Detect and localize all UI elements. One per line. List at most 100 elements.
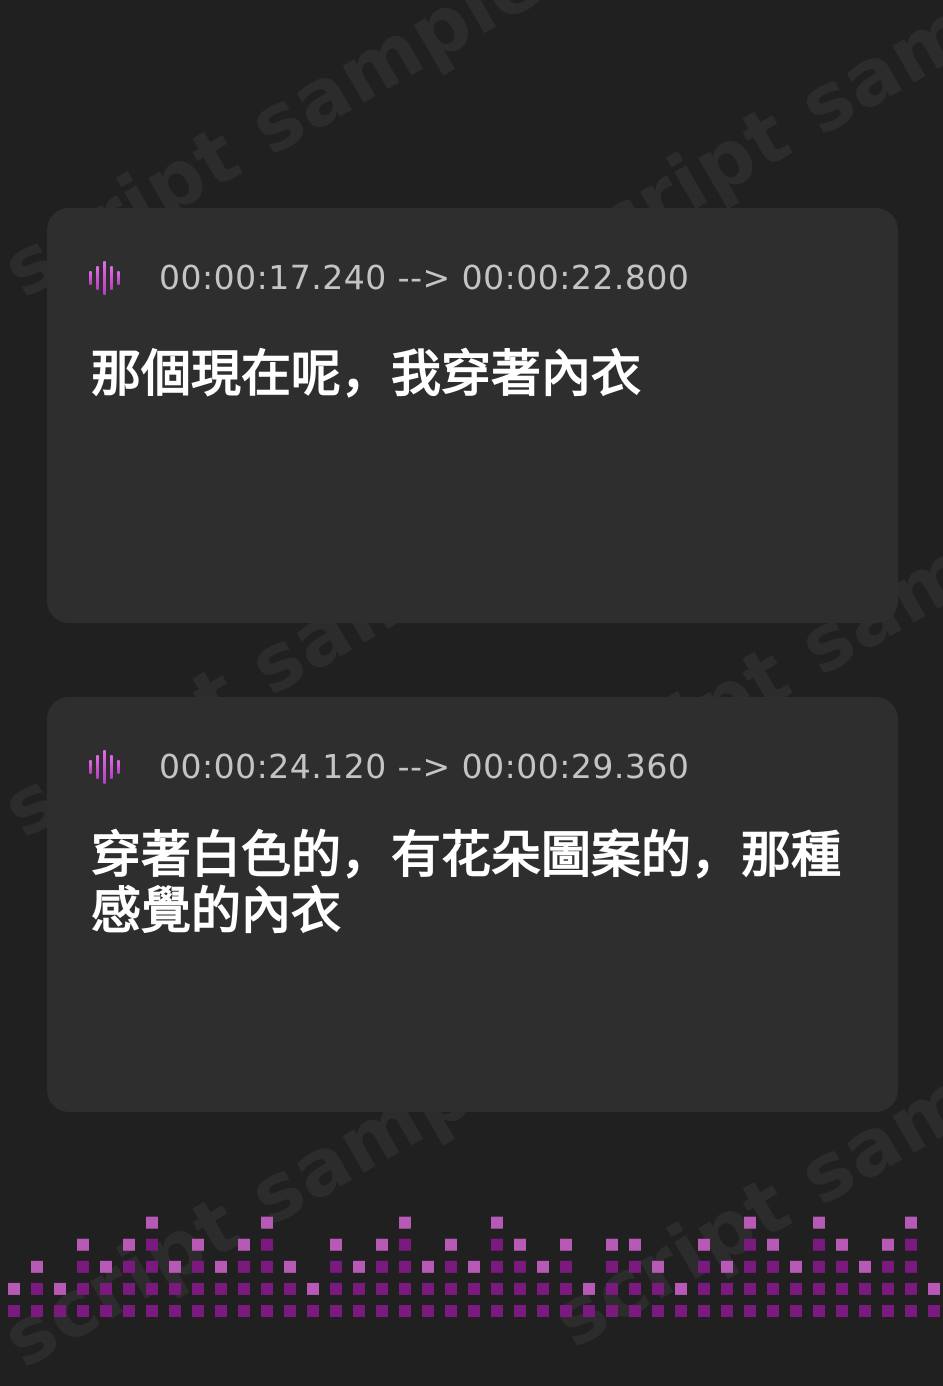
equalizer-block	[813, 1305, 825, 1317]
equalizer-block	[698, 1305, 710, 1317]
equalizer-block	[468, 1260, 480, 1273]
equalizer-block	[744, 1238, 756, 1251]
equalizer-block	[330, 1305, 342, 1317]
subtitle-card: 00:00:17.240 --> 00:00:22.800 那個現在呢，我穿著內…	[47, 208, 898, 623]
equalizer-block	[744, 1260, 756, 1273]
equalizer-block	[882, 1282, 894, 1295]
equalizer-block	[146, 1282, 158, 1295]
equalizer-block	[8, 1305, 20, 1317]
equalizer-block	[629, 1260, 641, 1273]
equalizer-block	[905, 1216, 917, 1229]
equalizer-block	[399, 1260, 411, 1273]
equalizer-block	[859, 1282, 871, 1295]
equalizer-block	[698, 1282, 710, 1295]
equalizer-block	[31, 1260, 43, 1273]
equalizer-block	[468, 1305, 480, 1317]
equalizer-block	[215, 1305, 227, 1317]
equalizer-block	[77, 1238, 89, 1251]
equalizer-block	[399, 1305, 411, 1317]
equalizer-block	[744, 1305, 756, 1317]
equalizer-block	[606, 1238, 618, 1251]
equalizer-block	[330, 1282, 342, 1295]
equalizer-block	[606, 1260, 618, 1273]
equalizer-block	[905, 1238, 917, 1251]
equalizer-block	[905, 1282, 917, 1295]
equalizer-block	[238, 1238, 250, 1251]
equalizer-block	[445, 1260, 457, 1273]
equalizer-block	[238, 1305, 250, 1317]
equalizer-block	[560, 1305, 572, 1317]
equalizer-block	[284, 1282, 296, 1295]
equalizer-block	[882, 1260, 894, 1273]
equalizer-block	[284, 1305, 296, 1317]
equalizer-block	[491, 1260, 503, 1273]
equalizer-block	[261, 1216, 273, 1229]
equalizer-block	[744, 1282, 756, 1295]
equalizer-block	[192, 1282, 204, 1295]
equalizer-block	[146, 1216, 158, 1229]
equalizer-block	[514, 1282, 526, 1295]
equalizer-block	[100, 1305, 112, 1317]
equalizer-decoration	[8, 1216, 940, 1317]
subtitle-card: 00:00:24.120 --> 00:00:29.360 穿著白色的，有花朵圖…	[47, 697, 898, 1112]
equalizer-block	[169, 1305, 181, 1317]
equalizer-block	[859, 1305, 871, 1317]
watermark-layer: script sample script sample script sampl…	[0, 0, 943, 1386]
equalizer-block	[629, 1282, 641, 1295]
equalizer-block	[836, 1305, 848, 1317]
equalizer-block	[491, 1305, 503, 1317]
equalizer-block	[652, 1305, 664, 1317]
equalizer-block	[629, 1305, 641, 1317]
equalizer-block	[146, 1260, 158, 1273]
equalizer-block	[261, 1238, 273, 1251]
equalizer-block	[422, 1305, 434, 1317]
equalizer-block	[123, 1238, 135, 1251]
equalizer-block	[31, 1282, 43, 1295]
equalizer-block	[767, 1238, 779, 1251]
equalizer-block	[146, 1305, 158, 1317]
equalizer-block	[675, 1305, 687, 1317]
equalizer-block	[54, 1305, 66, 1317]
equalizer-block	[238, 1260, 250, 1273]
equalizer-block	[123, 1282, 135, 1295]
equalizer-block	[422, 1260, 434, 1273]
equalizer-block	[77, 1260, 89, 1273]
equalizer-block	[767, 1282, 779, 1295]
equalizer-block	[652, 1260, 664, 1273]
equalizer-block	[399, 1238, 411, 1251]
equalizer-block	[514, 1260, 526, 1273]
equalizer-block	[146, 1238, 158, 1251]
equalizer-block	[859, 1260, 871, 1273]
equalizer-block	[514, 1238, 526, 1251]
equalizer-block	[261, 1305, 273, 1317]
equalizer-block	[698, 1238, 710, 1251]
equalizer-block	[376, 1305, 388, 1317]
equalizer-block	[514, 1305, 526, 1317]
equalizer-block	[491, 1282, 503, 1295]
equalizer-block	[123, 1305, 135, 1317]
equalizer-block	[882, 1238, 894, 1251]
equalizer-block	[445, 1238, 457, 1251]
equalizer-block	[169, 1282, 181, 1295]
equalizer-block	[376, 1282, 388, 1295]
equalizer-block	[491, 1216, 503, 1229]
equalizer-block	[583, 1305, 595, 1317]
audio-wave-icon	[89, 749, 139, 785]
equalizer-block	[307, 1305, 319, 1317]
equalizer-block	[813, 1282, 825, 1295]
equalizer-block	[905, 1260, 917, 1273]
equalizer-block	[537, 1282, 549, 1295]
equalizer-block	[905, 1305, 917, 1317]
equalizer-block	[238, 1282, 250, 1295]
equalizer-block	[399, 1216, 411, 1229]
cue-timestamp: 00:00:17.240 --> 00:00:22.800	[159, 258, 690, 297]
equalizer-block	[330, 1238, 342, 1251]
equalizer-block	[537, 1305, 549, 1317]
equalizer-block	[399, 1282, 411, 1295]
equalizer-block	[790, 1260, 802, 1273]
equalizer-block	[721, 1282, 733, 1295]
equalizer-block	[836, 1282, 848, 1295]
equalizer-block	[215, 1260, 227, 1273]
equalizer-block	[652, 1282, 664, 1295]
equalizer-block	[8, 1282, 20, 1295]
